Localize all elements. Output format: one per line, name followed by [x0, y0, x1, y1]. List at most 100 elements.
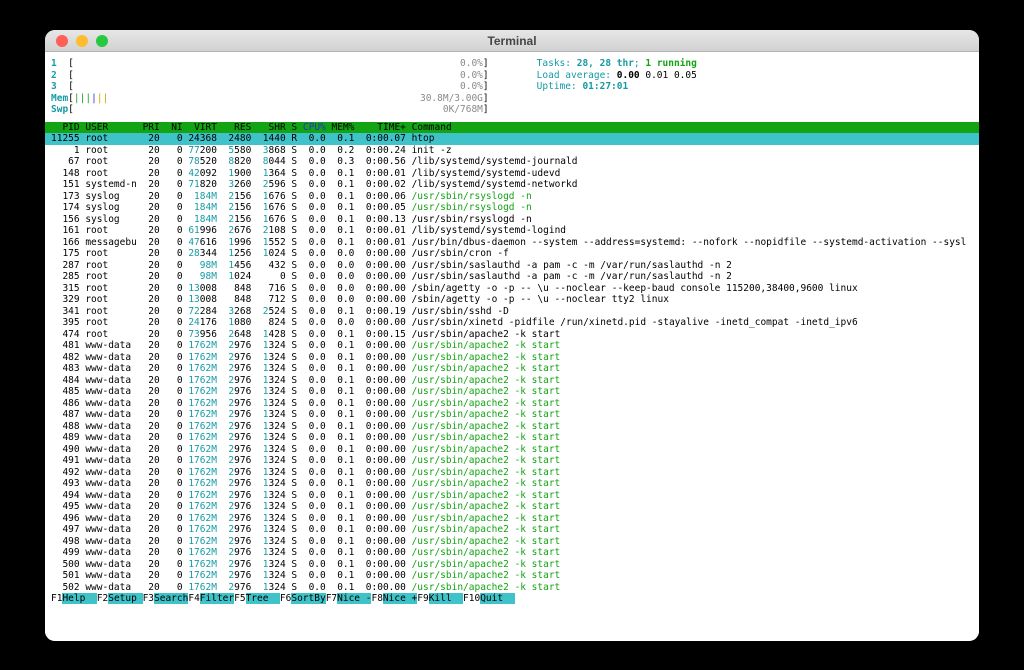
process-row[interactable]: 485 www-data 20 0 1762M 2976 1324 S 0.0 … [45, 386, 979, 398]
load-average: Load average: 0.00 0.01 0.05 [536, 69, 697, 81]
fkey-f6[interactable]: F6SortBy [280, 593, 326, 604]
process-row[interactable]: 493 www-data 20 0 1762M 2976 1324 S 0.0 … [45, 478, 979, 490]
fkey-f9-key: F9 [417, 593, 429, 604]
terminal-screen[interactable]: 1 [0.0%] 2 [0.0%] 3 [0.0%] Mem[| | | | | | 30.8M/… [45, 52, 979, 640]
process-row[interactable]: 395 root 20 0 24176 1080 824 S 0.0 0.0 0… [45, 317, 979, 329]
column-header-user[interactable]: USER [85, 122, 136, 133]
process-row[interactable]: 502 www-data 20 0 1762M 2976 1324 S 0.0 … [45, 582, 979, 594]
fkey-f5-key: F5 [234, 593, 246, 604]
process-row[interactable]: 494 www-data 20 0 1762M 2976 1324 S 0.0 … [45, 490, 979, 502]
process-row[interactable]: 487 www-data 20 0 1762M 2976 1324 S 0.0 … [45, 409, 979, 421]
process-row[interactable]: 501 www-data 20 0 1762M 2976 1324 S 0.0 … [45, 570, 979, 582]
process-row[interactable]: 490 www-data 20 0 1762M 2976 1324 S 0.0 … [45, 444, 979, 456]
desktop-background: Terminal 1 [0.0%] 2 [0.0%] 3 [0.0%] Mem[| | |… [0, 0, 1024, 670]
table-body: 11255 root 20 0 24368 2480 1440 R 0.0 0.… [45, 133, 979, 593]
process-row[interactable]: 175 root 20 0 28344 1256 1024 S 0.0 0.0 … [45, 248, 979, 260]
minimize-button[interactable] [76, 35, 88, 47]
fkey-f6-label: SortBy [291, 593, 326, 604]
fkey-f4-label: Filter [199, 593, 235, 604]
process-row[interactable]: 499 www-data 20 0 1762M 2976 1324 S 0.0 … [45, 547, 979, 559]
uptime: Uptime: 01:27:01 [536, 81, 629, 92]
process-row[interactable]: 498 www-data 20 0 1762M 2976 1324 S 0.0 … [45, 536, 979, 548]
fkey-f1[interactable]: F1Help [51, 593, 97, 604]
fkey-f2[interactable]: F2Setup [97, 593, 143, 604]
memory-meter: Mem[| | | | | | 30.8M/3.00G] [51, 92, 489, 104]
window-titlebar[interactable]: Terminal [45, 30, 979, 52]
process-row[interactable]: 489 www-data 20 0 1762M 2976 1324 S 0.0 … [45, 432, 979, 444]
process-row[interactable]: 484 www-data 20 0 1762M 2976 1324 S 0.0 … [45, 375, 979, 387]
fkey-f8[interactable]: F8Nice + [371, 593, 418, 604]
process-row[interactable]: 315 root 20 0 13008 848 716 S 0.0 0.0 0:… [45, 283, 979, 295]
column-header-mem[interactable]: MEM% [332, 122, 355, 133]
column-header-pid[interactable]: PID [51, 122, 79, 133]
process-row[interactable]: 496 www-data 20 0 1762M 2976 1324 S 0.0 … [45, 513, 979, 525]
fkey-f2-label: Setup [108, 593, 143, 604]
process-row[interactable]: 166 messagebu 20 0 47616 1996 1552 S 0.0… [45, 237, 979, 249]
fkey-f10-label: Quit [480, 593, 515, 604]
process-row[interactable]: 285 root 20 0 98M 1024 0 S 0.0 0.0 0:00.… [45, 271, 979, 283]
cpu1-meter: 1 [0.0%] [51, 58, 489, 69]
fkey-f4-key: F4 [188, 593, 200, 604]
fkey-f6-key: F6 [279, 593, 292, 604]
process-row[interactable]: 500 www-data 20 0 1762M 2976 1324 S 0.0 … [45, 559, 979, 571]
htop-header-meters: 1 [0.0%] 2 [0.0%] 3 [0.0%] Mem[| | | | | | 30.8M/… [45, 58, 979, 116]
process-row[interactable]: 341 root 20 0 72284 3268 2524 S 0.0 0.1 … [45, 306, 979, 318]
process-row[interactable]: 11255 root 20 0 24368 2480 1440 R 0.0 0.… [45, 133, 979, 145]
fkey-f8-label: Nice + [382, 593, 418, 604]
column-header-ni[interactable]: NI [165, 122, 182, 133]
fkey-f9[interactable]: F9Kill [417, 593, 464, 604]
process-row[interactable]: 486 www-data 20 0 1762M 2976 1324 S 0.0 … [45, 398, 979, 410]
process-row[interactable]: 173 syslog 20 0 184M 2156 1676 S 0.0 0.1… [45, 191, 979, 203]
process-row[interactable]: 495 www-data 20 0 1762M 2976 1324 S 0.0 … [45, 501, 979, 513]
fkey-f5-label: Tree [245, 593, 280, 604]
column-header-res[interactable]: RES [223, 122, 251, 133]
window-title: Terminal [487, 33, 537, 48]
fkey-f7-key: F7 [325, 593, 338, 604]
zoom-button[interactable] [96, 35, 108, 47]
process-row[interactable]: 174 syslog 20 0 184M 2156 1676 S 0.0 0.1… [45, 202, 979, 214]
process-row[interactable]: 497 www-data 20 0 1762M 2976 1324 S 0.0 … [45, 524, 979, 536]
fkey-f3[interactable]: F3Search [143, 593, 189, 604]
fkey-f4[interactable]: F4Filter [188, 593, 235, 604]
column-header-pri[interactable]: PRI [143, 122, 160, 133]
fkey-f5[interactable]: F5Tree [234, 593, 280, 604]
terminal-window: Terminal 1 [0.0%] 2 [0.0%] 3 [0.0%] Mem[| | |… [45, 30, 979, 641]
meters-right-column: Tasks: 28, 28 thr; 1 running Load average… [531, 58, 697, 93]
process-row[interactable]: 1 root 20 0 77200 5580 3868 S 0.0 0.2 0:… [45, 145, 979, 157]
fkey-f9-label: Kill [428, 593, 464, 604]
column-header-virt[interactable]: VIRT [188, 122, 217, 133]
process-row[interactable]: 67 root 20 0 78520 8820 8044 S 0.0 0.3 0… [45, 156, 979, 168]
table-header-row: PID USER PRI NI VIRT RES SHR S CPU% MEM%… [45, 121, 979, 133]
column-header-cmd[interactable]: Command [412, 122, 452, 133]
fkey-f1-label: Help [62, 593, 97, 604]
process-row[interactable]: 483 www-data 20 0 1762M 2976 1324 S 0.0 … [45, 363, 979, 375]
process-row[interactable]: 156 syslog 20 0 184M 2156 1676 S 0.0 0.1… [45, 214, 979, 226]
cpu3-meter: 3 [0.0%] [51, 81, 489, 92]
process-row[interactable]: 161 root 20 0 61996 2676 2108 S 0.0 0.1 … [45, 225, 979, 237]
process-row[interactable]: 492 www-data 20 0 1762M 2976 1324 S 0.0 … [45, 467, 979, 479]
process-row[interactable]: 148 root 20 0 42092 1900 1364 S 0.0 0.1 … [45, 168, 979, 180]
fkey-f7[interactable]: F7Nice - [326, 593, 372, 604]
meters-left-column: 1 [0.0%] 2 [0.0%] 3 [0.0%] Mem[| | | | | | 30.8M/… [45, 58, 979, 116]
process-row[interactable]: 482 www-data 20 0 1762M 2976 1324 S 0.0 … [45, 352, 979, 364]
process-row[interactable]: 488 www-data 20 0 1762M 2976 1324 S 0.0 … [45, 421, 979, 433]
process-row[interactable]: 481 www-data 20 0 1762M 2976 1324 S 0.0 … [45, 340, 979, 352]
process-row[interactable]: 491 www-data 20 0 1762M 2976 1324 S 0.0 … [45, 455, 979, 467]
fkey-f2-key: F2 [96, 593, 109, 604]
close-button[interactable] [56, 35, 68, 47]
process-row[interactable]: 329 root 20 0 13008 848 712 S 0.0 0.0 0:… [45, 294, 979, 306]
column-header-time[interactable]: TIME+ [360, 122, 406, 133]
process-row[interactable]: 151 systemd-n 20 0 71820 3260 2596 S 0.0… [45, 179, 979, 191]
swap-meter: Swp[0K/768M] [51, 104, 489, 115]
process-table: PID USER PRI NI VIRT RES SHR S CPU% MEM%… [45, 121, 979, 594]
fkey-f10-key: F10 [463, 593, 481, 604]
fkey-f3-label: Search [154, 593, 189, 604]
column-header-cpu[interactable]: CPU% [303, 122, 326, 133]
column-header-shr[interactable]: SHR [257, 122, 286, 133]
window-controls [56, 35, 108, 47]
tasks-summary: Tasks: 28, 28 thr; 1 running [536, 58, 697, 69]
fkey-f10[interactable]: F10Quit [463, 593, 515, 604]
process-row[interactable]: 474 root 20 0 73956 2648 1428 S 0.0 0.1 … [45, 329, 979, 341]
fkey-f3-key: F3 [142, 593, 155, 604]
process-row[interactable]: 287 root 20 0 98M 1456 432 S 0.0 0.0 0:0… [45, 260, 979, 272]
